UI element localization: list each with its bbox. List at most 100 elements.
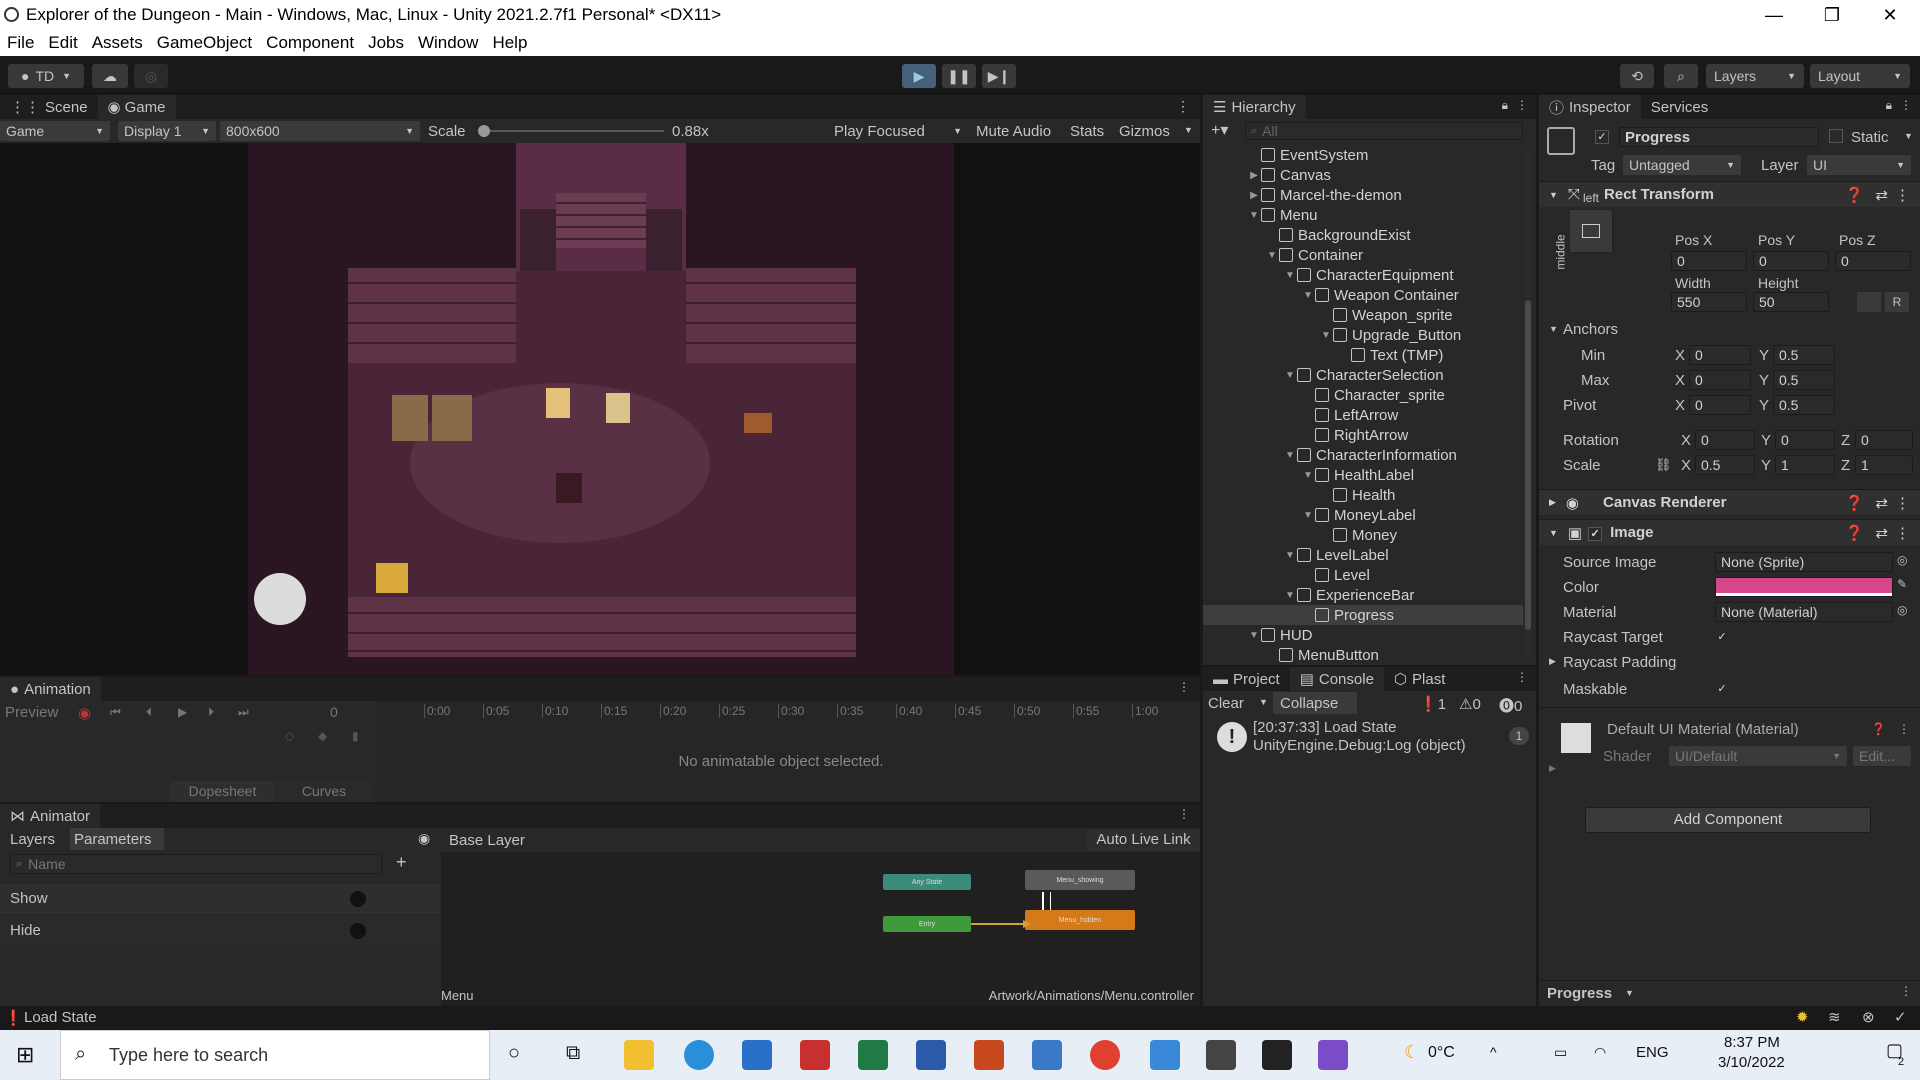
layer-dropdown[interactable]: UI ▼: [1807, 155, 1911, 175]
cortana-icon[interactable]: ○: [508, 1042, 520, 1065]
raycast-target-checkbox[interactable]: ✓: [1715, 629, 1729, 645]
more-icon[interactable]: ⋮: [1900, 984, 1912, 998]
tag-dropdown[interactable]: Untagged ▼: [1623, 155, 1741, 175]
maskable-checkbox[interactable]: ✓: [1715, 681, 1729, 697]
hierarchy-item[interactable]: Weapon_sprite: [1203, 305, 1523, 325]
static-dropdown-icon[interactable]: ▼: [1904, 131, 1913, 141]
clock-date[interactable]: 3/10/2022: [1718, 1054, 1785, 1071]
unity-hub-icon[interactable]: [1206, 1040, 1236, 1070]
canvas-renderer-header[interactable]: ▶ ◉ Canvas Renderer ❓ ⇄ ⋮: [1539, 489, 1920, 515]
hierarchy-item[interactable]: Text (TMP): [1203, 345, 1523, 365]
visual-studio-icon[interactable]: [1318, 1040, 1348, 1070]
add-event-icon[interactable]: ◆: [318, 729, 327, 743]
check-icon[interactable]: ✓: [1894, 1008, 1907, 1026]
hierarchy-item[interactable]: ▼ CharacterInformation: [1203, 445, 1523, 465]
file-explorer-icon[interactable]: [624, 1040, 654, 1070]
game-view[interactable]: [0, 143, 1200, 675]
anchors-foldout[interactable]: Anchors: [1563, 321, 1618, 338]
store-icon[interactable]: [742, 1040, 772, 1070]
event-marker-icon[interactable]: ▮: [352, 729, 359, 743]
foldout-arrow-icon[interactable]: ▶: [1247, 190, 1261, 201]
name-field[interactable]: Progress: [1619, 127, 1819, 147]
trigger-radio[interactable]: [350, 923, 366, 939]
language-indicator[interactable]: ENG: [1636, 1044, 1669, 1061]
foldout-arrow-icon[interactable]: ▼: [1283, 450, 1297, 461]
windows-start-icon[interactable]: ⊞: [16, 1042, 34, 1068]
hierarchy-item[interactable]: MenuButton: [1203, 645, 1523, 665]
foldout-arrow-icon[interactable]: ▼: [1283, 270, 1297, 281]
tab-animation[interactable]: ● Animation: [0, 677, 101, 701]
stats-toggle[interactable]: Stats: [1070, 123, 1104, 140]
width-field[interactable]: 550: [1671, 292, 1747, 312]
phone-icon[interactable]: [1150, 1040, 1180, 1070]
rotation-x-field[interactable]: 0: [1695, 430, 1755, 450]
collab-icon[interactable]: ◎: [134, 64, 168, 88]
more-icon[interactable]: ⋮: [1895, 494, 1910, 512]
wifi-icon[interactable]: ◠: [1594, 1044, 1606, 1061]
battery-icon[interactable]: ▭: [1554, 1044, 1567, 1061]
status-text[interactable]: Load State: [24, 1009, 97, 1026]
help-icon[interactable]: ❓: [1845, 186, 1864, 204]
clear-dropdown-icon[interactable]: ▼: [1259, 697, 1268, 707]
close-button[interactable]: ✕: [1861, 0, 1919, 30]
weather-temp[interactable]: 0°C: [1428, 1044, 1455, 1062]
tab-game[interactable]: ◉ Game: [97, 95, 176, 119]
network-icon[interactable]: ⊗: [1862, 1008, 1875, 1026]
color-field[interactable]: [1715, 577, 1893, 597]
menu-window[interactable]: Window: [418, 33, 478, 53]
step-button[interactable]: ▶❙: [982, 64, 1016, 88]
more-icon[interactable]: ⋮: [1178, 807, 1190, 821]
foldout-arrow-icon[interactable]: ▼: [1283, 550, 1297, 561]
foldout-arrow-icon[interactable]: ▼: [1301, 470, 1315, 481]
curves-tab[interactable]: Curves: [276, 781, 372, 802]
param-row[interactable]: Hide: [0, 916, 440, 946]
foldout-arrow-icon[interactable]: ▼: [1265, 250, 1279, 261]
play-button[interactable]: ▶: [902, 64, 936, 88]
rotation-z-field[interactable]: 0: [1855, 430, 1913, 450]
image-header[interactable]: ▼ ▣ ✓ Image ❓ ⇄ ⋮: [1539, 519, 1920, 545]
anchor-min-y-field[interactable]: 0.5: [1773, 345, 1835, 365]
hierarchy-search-input[interactable]: ⌕ All: [1245, 122, 1523, 140]
unity-icon[interactable]: [1262, 1040, 1292, 1070]
console-entry[interactable]: ! [20:37:33] Load State UnityEngine.Debu…: [1203, 715, 1536, 759]
powerpoint-icon[interactable]: [974, 1040, 1004, 1070]
more-icon[interactable]: ⋮: [1176, 98, 1190, 115]
tab-plastic[interactable]: ⬡ Plast: [1384, 667, 1455, 691]
hierarchy-item[interactable]: ▼ HUD: [1203, 625, 1523, 645]
error-filter[interactable]: ⓿0: [1499, 695, 1522, 716]
add-keyframe-icon[interactable]: ◇: [285, 729, 294, 743]
tab-animator[interactable]: ⋈ Animator: [0, 804, 101, 828]
tab-services[interactable]: Services: [1641, 95, 1719, 119]
help-icon[interactable]: ❓: [1845, 524, 1864, 542]
scale-x-field[interactable]: 0.5: [1695, 455, 1755, 475]
hierarchy-item[interactable]: EventSystem: [1203, 145, 1523, 165]
foldout-arrow-icon[interactable]: ▼: [1283, 370, 1297, 381]
account-dropdown[interactable]: ● TD ▼: [8, 64, 84, 88]
preview-dropdown-icon[interactable]: ▼: [1625, 988, 1634, 998]
hierarchy-scrollbar[interactable]: [1524, 150, 1532, 660]
timeline[interactable]: 0:00 0:05 0:10 0:15 0:20 0:25 0:30 0:35 0:40 0:45…: [376, 701, 1200, 802]
scale-z-field[interactable]: 1: [1855, 455, 1913, 475]
excel-icon[interactable]: [858, 1040, 888, 1070]
mode-dropdown[interactable]: Game ▼: [0, 121, 110, 141]
menu-file[interactable]: File: [7, 33, 34, 53]
tab-scene[interactable]: ⋮⋮ Scene: [0, 95, 98, 119]
gizmos-dropdown-icon[interactable]: ▼: [1184, 125, 1193, 135]
preset-icon[interactable]: ⇄: [1875, 186, 1888, 204]
collapse-toggle[interactable]: Collapse: [1280, 695, 1338, 712]
entry-node[interactable]: Entry: [883, 916, 971, 932]
menu-assets[interactable]: Assets: [92, 33, 143, 53]
edge-icon[interactable]: [684, 1040, 714, 1070]
edit-shader-button[interactable]: Edit...: [1853, 746, 1911, 766]
hierarchy-item[interactable]: ▼ Upgrade_Button: [1203, 325, 1523, 345]
maximize-button[interactable]: ❐: [1803, 0, 1861, 30]
menu-edit[interactable]: Edit: [48, 33, 77, 53]
hierarchy-item[interactable]: ▼ Menu: [1203, 205, 1523, 225]
constrain-proportions-icon[interactable]: ⛓: [1655, 457, 1672, 473]
play-focused-dropdown[interactable]: Play Focused ▼: [828, 121, 966, 141]
lock-icon[interactable]: 🔒︎: [1502, 98, 1508, 113]
minimize-button[interactable]: —: [1745, 0, 1803, 30]
hierarchy-item[interactable]: ▼ CharacterSelection: [1203, 365, 1523, 385]
preset-icon[interactable]: ⇄: [1875, 494, 1888, 512]
eyedropper-icon[interactable]: ✎: [1897, 577, 1907, 591]
